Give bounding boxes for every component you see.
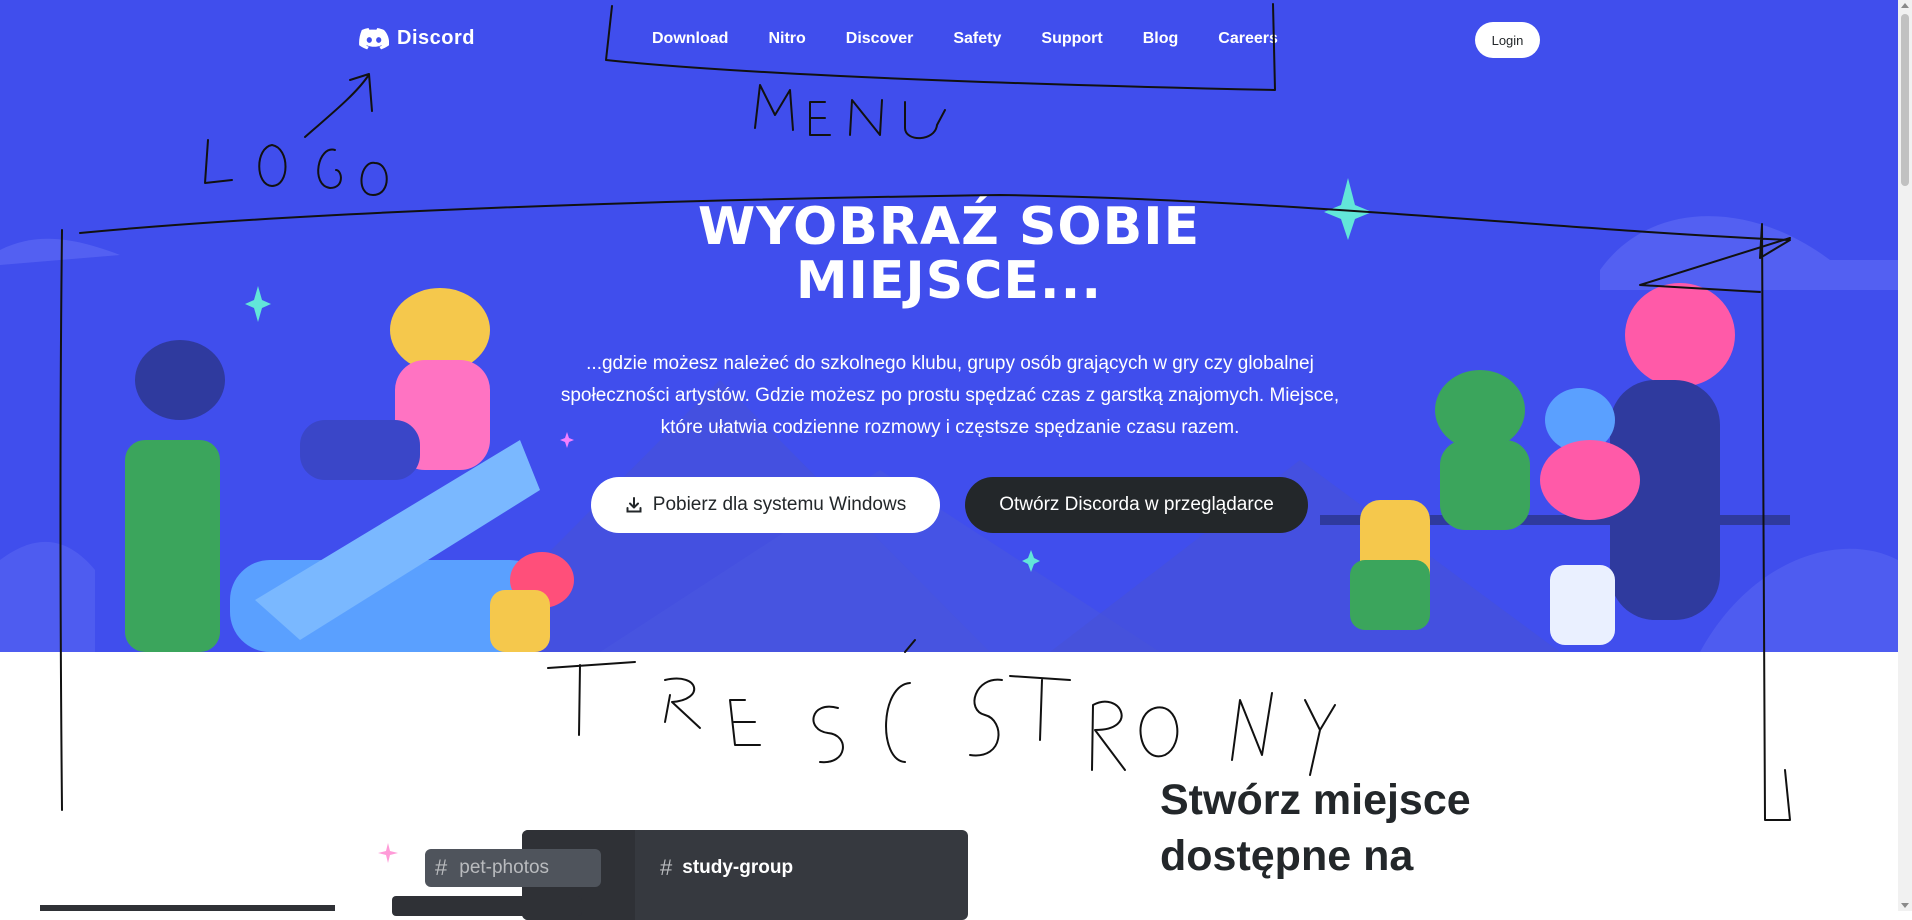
scrollbar-thumb[interactable] xyxy=(1901,14,1909,186)
vertical-scrollbar[interactable] xyxy=(1898,0,1912,911)
main-menu: Download Nitro Discover Safety Support B… xyxy=(652,30,1278,48)
hero-title: WYOBRAŹ SOBIE MIEJSCE... xyxy=(0,200,1898,308)
channel-study-group-label: study-group xyxy=(682,857,794,878)
channel-pet-photos-label: pet-photos xyxy=(459,857,550,878)
content-section-title: Stwórz miejsce dostępne na xyxy=(1160,776,1471,880)
hashtag-icon: # xyxy=(435,855,448,880)
channel-pet-photos: # pet-photos xyxy=(425,849,601,887)
discord-logo[interactable]: Discord xyxy=(359,27,475,50)
menu-item-nitro[interactable]: Nitro xyxy=(768,30,805,48)
hashtag-icon: # xyxy=(660,855,673,880)
download-icon xyxy=(626,497,642,513)
menu-item-download[interactable]: Download xyxy=(652,30,728,48)
hero-background-illustration xyxy=(0,178,1898,652)
channel-pill-secondary xyxy=(392,896,582,916)
hero-title-line2: MIEJSCE... xyxy=(795,251,1103,311)
sparkle-icon xyxy=(378,843,398,863)
scroll-down-arrow-icon[interactable] xyxy=(1901,903,1909,908)
open-in-browser-button[interactable]: Otwórz Discorda w przeglądarce xyxy=(965,477,1308,533)
hero-title-line1: WYOBRAŹ SOBIE xyxy=(697,197,1201,257)
discord-icon xyxy=(359,27,389,49)
hero-section: Discord Download Nitro Discover Safety S… xyxy=(0,0,1898,652)
channel-study-group: # study-group xyxy=(660,855,793,881)
menu-item-discover[interactable]: Discover xyxy=(846,30,914,48)
bottom-strip xyxy=(40,905,335,911)
download-windows-button[interactable]: Pobierz dla systemu Windows xyxy=(591,477,940,533)
menu-item-careers[interactable]: Careers xyxy=(1218,30,1278,48)
logo-wordmark: Discord xyxy=(397,27,475,49)
scroll-up-arrow-icon[interactable] xyxy=(1901,3,1909,8)
login-button[interactable]: Login xyxy=(1475,22,1540,58)
menu-item-support[interactable]: Support xyxy=(1041,30,1102,48)
menu-item-blog[interactable]: Blog xyxy=(1143,30,1179,48)
download-windows-label: Pobierz dla systemu Windows xyxy=(652,494,907,515)
hero-subtitle: ...gdzie możesz należeć do szkolnego klu… xyxy=(560,353,1340,438)
menu-item-safety[interactable]: Safety xyxy=(953,30,1001,48)
